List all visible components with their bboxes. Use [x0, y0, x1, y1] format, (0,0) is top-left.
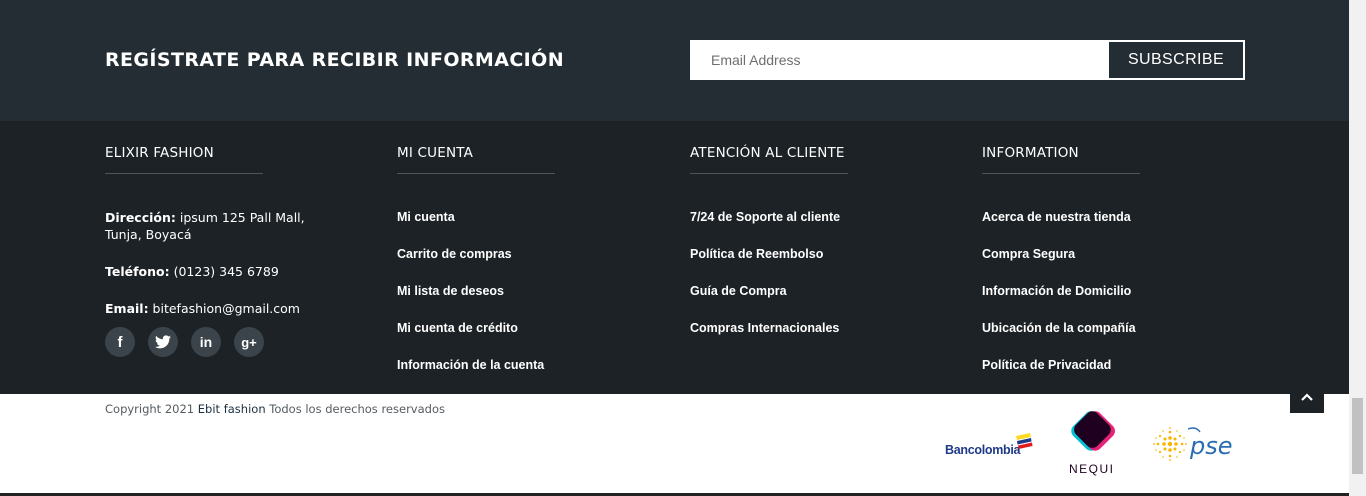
footer-link[interactable]: Política de Reembolso: [690, 247, 823, 261]
nequi-logo-graphic: NEQUI: [1069, 411, 1115, 476]
google-plus-icon[interactable]: g+: [234, 327, 264, 357]
phone-text: Teléfono: (0123) 345 6789: [105, 263, 345, 280]
chevron-up-icon: [1301, 392, 1313, 401]
email-label: Email:: [105, 301, 149, 316]
facebook-icon[interactable]: f: [105, 327, 135, 357]
copyright-text: Copyright 2021 Ebit fashion Todos los de…: [105, 402, 445, 416]
email-text: Email: bitefashion@gmail.com: [105, 300, 345, 317]
bancolombia-wordmark: Bancolombia: [945, 443, 1022, 457]
footer-link[interactable]: Acerca de nuestra tienda: [982, 210, 1131, 224]
footer-link[interactable]: Información de Domicilio: [982, 284, 1131, 298]
bancolombia-logo-graphic: Bancolombia: [945, 433, 1033, 457]
divider: [397, 173, 555, 174]
page: REGÍSTRATE PARA RECIBIR INFORMACIÓN SUBS…: [0, 0, 1366, 496]
footer-link[interactable]: Información de la cuenta: [397, 358, 544, 372]
address-text: Dirección: ipsum 125 Pall Mall, Tunja, B…: [105, 209, 345, 243]
subscribe-button[interactable]: SUBSCRIBE: [1107, 40, 1245, 80]
newsletter-title: REGÍSTRATE PARA RECIBIR INFORMACIÓN: [105, 49, 564, 71]
brand-link[interactable]: Ebit fashion: [198, 402, 266, 416]
divider: [105, 173, 263, 174]
column-heading: INFORMATION: [982, 145, 1079, 161]
nequi-wordmark: NEQUI: [1069, 462, 1115, 476]
pse-logo-graphic: pse: [1153, 427, 1233, 461]
back-to-top-button[interactable]: [1290, 380, 1324, 413]
linkedin-icon[interactable]: in: [191, 327, 221, 357]
page-scrollbar[interactable]: [1349, 0, 1366, 496]
phone-label: Teléfono:: [105, 264, 170, 279]
column-heading: ELIXIR FASHION: [105, 145, 214, 161]
footer-link[interactable]: Mi cuenta: [397, 210, 455, 224]
scrollbar-thumb[interactable]: [1352, 398, 1363, 474]
footer-link[interactable]: Mi lista de deseos: [397, 284, 504, 298]
address-label: Dirección:: [105, 210, 176, 225]
footer-link[interactable]: Política de Privacidad: [982, 358, 1111, 372]
footer-link[interactable]: Guía de Compra: [690, 284, 787, 298]
phone-value: (0123) 345 6789: [169, 264, 279, 279]
bancolombia-logo: Bancolombia: [945, 432, 1035, 464]
footer-link[interactable]: Compras Internacionales: [690, 321, 839, 335]
email-value[interactable]: bitefashion@gmail.com: [149, 301, 300, 316]
copyright-prefix: Copyright 2021: [105, 402, 198, 416]
copyright-suffix: Todos los derechos reservados: [265, 402, 445, 416]
twitter-icon[interactable]: [148, 327, 178, 357]
footer-link[interactable]: Compra Segura: [982, 247, 1075, 261]
divider: [982, 173, 1140, 174]
pse-wordmark: pse: [1189, 432, 1233, 460]
footer-link[interactable]: Mi cuenta de crédito: [397, 321, 518, 335]
footer-link[interactable]: Ubicación de la compañía: [982, 321, 1136, 335]
pse-logo: pse: [1150, 424, 1245, 468]
nequi-logo: NEQUI: [1066, 410, 1122, 480]
twitter-bird-icon: [155, 335, 171, 349]
divider: [690, 173, 848, 174]
footer-link[interactable]: 7/24 de Soporte al cliente: [690, 210, 840, 224]
email-input[interactable]: [690, 40, 1108, 80]
column-heading: MI CUENTA: [397, 145, 474, 161]
newsletter-section: REGÍSTRATE PARA RECIBIR INFORMACIÓN SUBS…: [0, 0, 1349, 121]
column-heading: ATENCIÓN AL CLIENTE: [690, 145, 845, 161]
footer-link[interactable]: Carrito de compras: [397, 247, 512, 261]
